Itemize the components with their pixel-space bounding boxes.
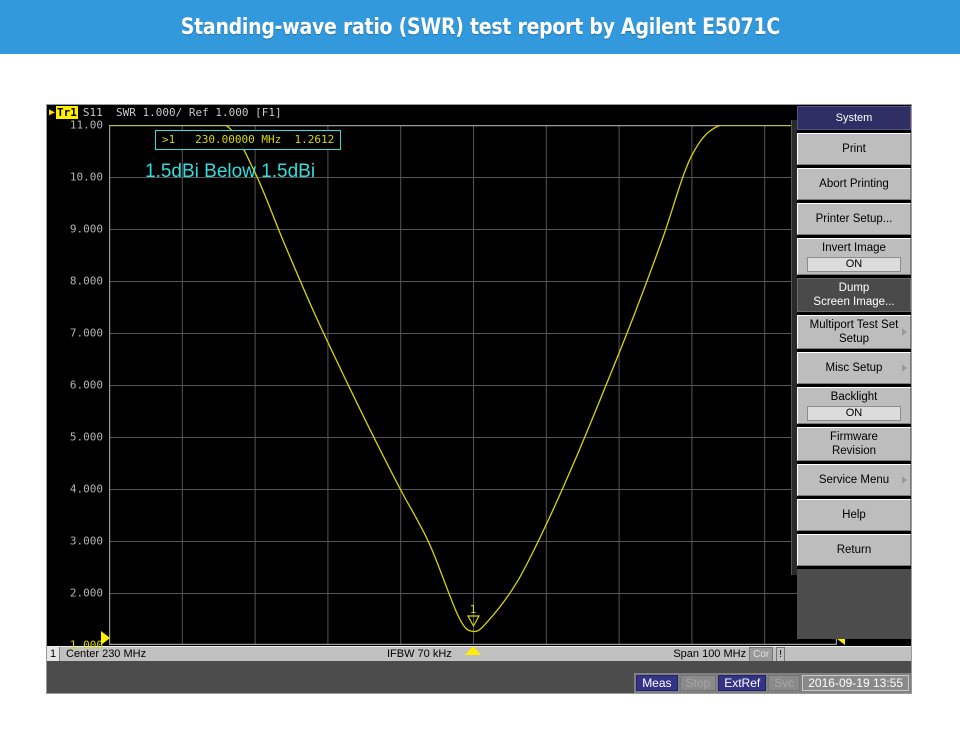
softkey-label: Setup	[838, 333, 870, 345]
annotation-text: 1.5dBi Below 1.5dBi	[145, 161, 316, 182]
plot-area[interactable]: 1 1	[101, 125, 849, 655]
marker-readout-text: >1 230.00000 MHz 1.2612	[162, 133, 335, 146]
softkey-print[interactable]: Print	[797, 133, 911, 165]
y-axis-tick: 6.000	[69, 378, 103, 392]
softkey-label: Backlight	[830, 391, 878, 403]
softkey-abort-printing[interactable]: Abort Printing	[797, 168, 911, 200]
channel-number: 1	[47, 647, 60, 661]
page-banner: Standing-wave ratio (SWR) test report by…	[0, 0, 960, 54]
chevron-right-icon	[902, 364, 907, 372]
softkey-multiport-test-set-setup[interactable]: Multiport Test Set Setup	[797, 315, 911, 349]
softkey-list: Print Abort Printing Printer Setup... Inver…	[797, 133, 911, 566]
softkey-label: Printer Setup...	[815, 213, 893, 225]
softkey-backlight[interactable]: Backlight ON	[797, 387, 911, 424]
status-cell-svc[interactable]: Svc	[768, 675, 801, 691]
y-axis-tick: 4.000	[69, 482, 103, 496]
stimulus-marker-icon[interactable]	[465, 646, 481, 655]
y-axis-tick: 9.000	[69, 222, 103, 236]
y-axis: 11.00 10.00 9.000 8.000 7.000 6.000 5.000 4.000…	[47, 119, 107, 652]
softkey-label: Revision	[831, 445, 877, 457]
alert-flag: !	[776, 646, 785, 662]
active-trace-arrow-icon: ▶	[49, 106, 56, 118]
y-axis-tick: 10.00	[69, 170, 103, 184]
softkey-label: Return	[836, 544, 872, 556]
softkey-state-value[interactable]: ON	[807, 406, 901, 421]
y-axis-tick: 11.00	[69, 118, 103, 132]
reference-level-marker-icon[interactable]	[101, 631, 110, 645]
softkey-label: Invert Image	[822, 242, 886, 254]
y-axis-tick: 7.000	[69, 326, 103, 340]
y-axis-tick: 5.000	[69, 430, 103, 444]
softkey-misc-setup[interactable]: Misc Setup	[797, 352, 911, 384]
softkey-return[interactable]: Return	[797, 534, 911, 566]
softkey-dump-screen-image[interactable]: Dump Screen Image...	[797, 278, 911, 312]
span-group: Span 100 MHz Cor !	[673, 646, 785, 662]
softkey-printer-setup[interactable]: Printer Setup...	[797, 203, 911, 235]
y-axis-tick: 2.000	[69, 586, 103, 600]
status-cell-2016-09-19-13-55: 2016-09-19 13:55	[802, 675, 909, 691]
softkey-label: Misc Setup	[825, 362, 883, 374]
softkey-service-menu[interactable]: Service Menu	[797, 464, 911, 496]
softkey-scroll-column[interactable]	[791, 120, 797, 575]
softkey-menu-filler	[797, 569, 911, 639]
status-cell-stop[interactable]: Stop	[679, 675, 717, 691]
softkey-firmware-revision[interactable]: Firmware Revision	[797, 427, 911, 461]
span-label[interactable]: Span 100 MHz	[673, 648, 746, 660]
trace-info-line[interactable]: ▶ Tr1 S11 SWR 1.000/ Ref 1.000 [F1]	[47, 105, 282, 120]
trace-badge[interactable]: Tr1	[56, 106, 78, 119]
ifbw-label[interactable]: IFBW 70 kHz	[387, 648, 452, 660]
softkey-label: Firmware	[830, 431, 878, 443]
status-cell-meas[interactable]: Meas	[636, 675, 678, 691]
chevron-right-icon	[902, 476, 907, 484]
softkey-state-value[interactable]: ON	[807, 257, 901, 272]
correction-flag: Cor	[749, 646, 774, 662]
softkey-label: Dump	[838, 282, 870, 294]
chevron-right-icon	[902, 328, 907, 336]
status-bar: Meas Stop ExtRef Svc 2016-09-19 13:55	[634, 673, 911, 693]
softkey-label: Multiport Test Set	[809, 319, 899, 331]
softkey-label: Service Menu	[818, 474, 890, 486]
grid-and-trace	[109, 125, 837, 645]
status-cell-extref[interactable]: ExtRef	[718, 675, 767, 691]
softkey-label: Screen Image...	[813, 296, 895, 308]
y-axis-tick: 1.000	[69, 638, 103, 652]
softkey-label: Abort Printing	[819, 178, 889, 190]
page-title: Standing-wave ratio (SWR) test report by…	[180, 14, 780, 40]
softkey-invert-image[interactable]: Invert Image ON	[797, 238, 911, 275]
y-axis-tick: 3.000	[69, 534, 103, 548]
softkey-label: Print	[842, 143, 866, 155]
instrument-screen: ▶ Tr1 S11 SWR 1.000/ Ref 1.000 [F1] 11.0…	[46, 104, 912, 694]
y-axis-tick: 8.000	[69, 274, 103, 288]
softkey-menu-title: System	[797, 106, 911, 130]
softkey-label: Help	[842, 509, 866, 521]
softkey-menu: System Print Abort Printing Printer Setup.…	[797, 106, 911, 639]
softkey-help[interactable]: Help	[797, 499, 911, 531]
marker-readout-box[interactable]: >1 230.00000 MHz 1.2612	[155, 130, 342, 150]
trace-format-text: S11 SWR 1.000/ Ref 1.000 [F1]	[82, 106, 282, 119]
grid-lines	[109, 125, 837, 645]
